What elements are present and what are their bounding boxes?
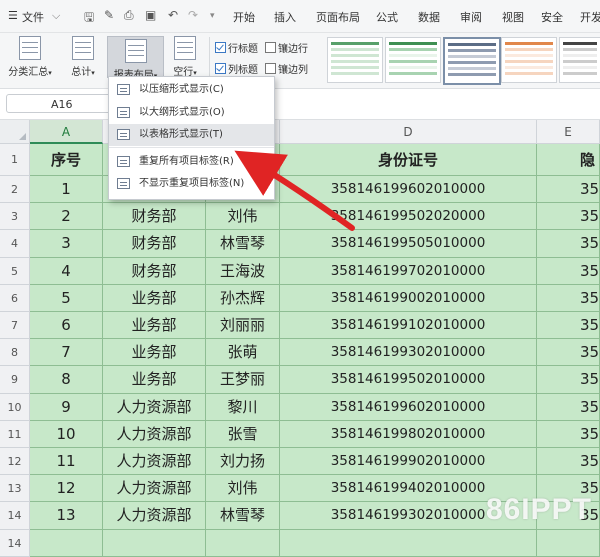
annotation-arrow	[234, 150, 355, 231]
watermark-logo: 86IPPT	[485, 493, 592, 526]
